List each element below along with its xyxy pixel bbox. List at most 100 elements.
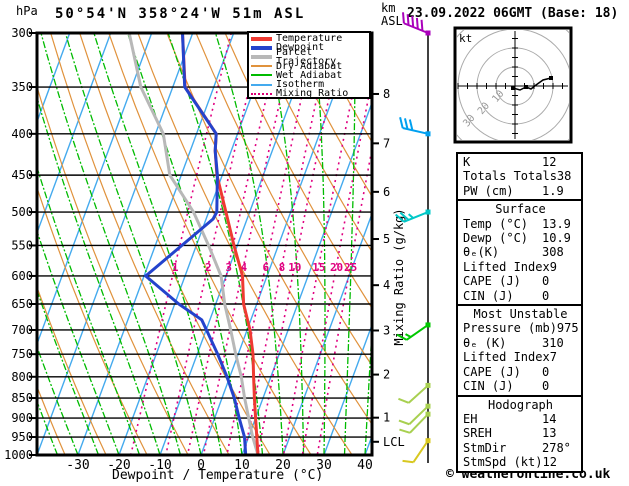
table-row-value: 278° (542, 440, 571, 455)
km-tick-label: 4 (383, 278, 390, 292)
table-row: Temp (°C) 13.9 (463, 217, 578, 231)
hodograph-marker (524, 85, 528, 89)
pressure-tick-label: 1000 (4, 448, 33, 462)
wet-adiabat-line (93, 33, 223, 455)
table-row-label: StmDir (463, 440, 507, 455)
km-tick-label: 5 (383, 232, 390, 246)
mixing-ratio-value: 3 (225, 261, 232, 274)
table-row-value: 38 (556, 169, 572, 184)
table-row-value: 9 (549, 259, 557, 274)
km-tick-label: 1 (383, 411, 390, 425)
mixing-ratio-value: 15 (312, 261, 325, 274)
table-row-label: θₑ (K) (463, 335, 507, 350)
table-row-label: Temp (°C) (463, 216, 529, 231)
temp-tick-label: 20 (275, 458, 291, 473)
wet-adiabat-line (37, 95, 161, 455)
table-row-value: 7 (549, 350, 557, 365)
table-row-label: CIN (J) (463, 379, 514, 394)
wind-barb (402, 438, 431, 464)
barb-level-marker (425, 438, 431, 444)
legend-swatch-solid (251, 65, 272, 68)
table-row-label: Dewp (°C) (463, 231, 529, 246)
km-tick-label: 7 (383, 136, 390, 150)
table-row-value: 10.9 (542, 231, 571, 246)
temp-tick-label: -10 (148, 458, 171, 473)
table-row-label: Pressure (mb) (463, 321, 557, 336)
table-row: Totals Totals 38 (463, 169, 578, 183)
sounding-page: 300 350 400 450 500 550 600 650 700 750 800 850 900 9… (0, 0, 629, 486)
mixing-ratio-value: 8 (279, 261, 286, 274)
km-tick-label: 3 (383, 323, 390, 337)
legend-swatch-solid (251, 45, 272, 50)
table-panel: Most Unstable Pressure (mb) 975 θₑ (K) 310 Li… (456, 304, 583, 397)
hodograph-unit-label: kt (459, 32, 472, 45)
barb-level-marker (425, 382, 431, 388)
mixing-ratio-value: 20 (330, 261, 343, 274)
temp-tick-label: 10 (234, 458, 250, 473)
km-tick-label: 6 (383, 185, 390, 199)
table-panel: Surface Temp (°C) 13.9 Dewp (°C) 10.9 θₑ(K) 30… (456, 199, 583, 307)
pressure-tick-label: 300 (11, 26, 33, 40)
pressure-tick-label: 350 (11, 80, 33, 94)
table-row-value: 0 (542, 364, 550, 379)
table-row-label: Lifted Index (463, 259, 550, 274)
barb-level-marker (425, 131, 431, 137)
table-row-value: 310 (542, 335, 564, 350)
table-row: CIN (J) 0 (463, 289, 578, 303)
pressure-tick-label: 600 (11, 269, 33, 283)
pressure-tick-label: 900 (11, 411, 33, 425)
pressure-tick-label: 700 (11, 323, 33, 337)
table-panel: Hodograph EH 14 SREH 13 StmDir 278° StmSpd (kt)… (456, 394, 583, 473)
lcl-label: LCL (383, 435, 405, 449)
pressure-tick-label: 550 (11, 238, 33, 252)
table-row-label: CAPE (J) (463, 364, 521, 379)
table-row: CIN (J) 0 (463, 379, 578, 393)
table-row: θₑ(K) 308 (463, 245, 578, 259)
barb-level-marker (425, 403, 431, 409)
barb-level-marker (425, 322, 431, 328)
table-row-value: 12 (542, 155, 557, 169)
table-row-value: 975 (556, 321, 579, 336)
height-axis: 8 7 6 5 4 3 2 1 LCL (372, 87, 405, 449)
pressure-tick-label: 800 (11, 370, 33, 384)
table-row: StmDir 278° (463, 441, 578, 455)
hodograph-marker (511, 86, 515, 90)
wind-barb (399, 117, 431, 137)
pressure-tick-label: 850 (11, 391, 33, 405)
wind-barb-staff (394, 12, 431, 464)
table-row: CAPE (J) 0 (463, 365, 578, 379)
barb-level-marker (425, 411, 431, 417)
table-row: StmSpd (kt) 12 (463, 455, 578, 469)
km-tick-label: 8 (383, 87, 390, 101)
pressure-tick-label: 650 (11, 297, 33, 311)
table-row-label: SREH (463, 426, 492, 441)
table-row-value: 14 (542, 411, 557, 426)
table-row: K 12 (463, 155, 578, 169)
wind-barb (402, 12, 431, 36)
legend-swatch-solid (251, 36, 272, 41)
pressure-tick-label: 450 (11, 168, 33, 182)
table-row-label: Lifted Index (463, 350, 550, 365)
temp-tick-label: 0 (197, 458, 205, 473)
table-row-value: 308 (542, 245, 564, 260)
table-panel: K 12 Totals Totals 38 PW (cm) 1.9 (456, 152, 583, 202)
legend-swatch-solid (251, 54, 272, 59)
table-panel-header: Hodograph (487, 397, 554, 412)
wind-barb (394, 209, 431, 223)
temp-tick-label: 30 (316, 458, 332, 473)
table-row: Pressure (mb) 975 (463, 321, 579, 336)
table-row: Lifted Index 7 (463, 350, 578, 364)
table-row-label: PW (cm) (463, 183, 514, 198)
table-row: EH 14 (463, 412, 578, 426)
legend: Temperature Dewpoint Parcel Trajectory Dry … (247, 31, 371, 99)
km-tick-label: 2 (383, 368, 390, 382)
wind-barb (396, 322, 431, 341)
table-row-label: θₑ(K) (463, 245, 500, 260)
barb-level-marker (425, 30, 431, 36)
table-row-label: K (463, 155, 471, 169)
mixing-ratio-value: 2 (205, 261, 212, 274)
temp-tick-label: -30 (66, 458, 89, 473)
mixing-ratio-value: 25 (344, 261, 357, 274)
mixing-ratio-value: 6 (262, 261, 269, 274)
hodograph-ring-label: 10 (490, 88, 506, 104)
